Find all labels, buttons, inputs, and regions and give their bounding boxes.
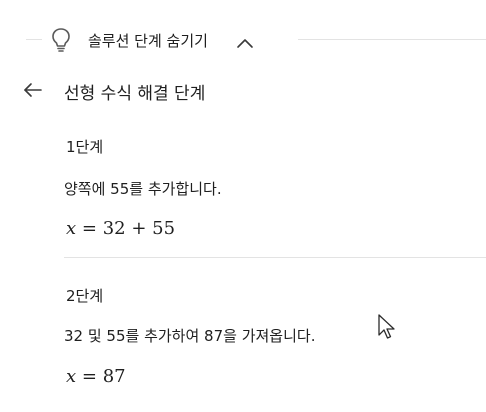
step-1-heading: 1단계 [66,138,104,156]
lightbulb-icon [50,27,72,53]
equation-variable: x [66,366,77,387]
step-2-description: 32 및 55를 추가하여 87을 가져옵니다. [64,327,316,345]
equation-rhs: = 87 [81,366,126,387]
equation-variable: x [66,218,77,239]
hide-solution-steps-label: 솔루션 단계 숨기기 [88,31,208,50]
mouse-cursor-icon [378,314,395,339]
chevron-up-icon[interactable] [236,34,254,48]
arrow-left-icon[interactable] [22,79,44,101]
divider-left [26,39,42,40]
step-2-heading: 2단계 [66,287,104,305]
solution-steps-toggle-bar: 솔루션 단계 숨기기 [0,24,486,56]
steps-header: 선형 수식 해결 단계 [0,76,486,106]
page-title: 선형 수식 해결 단계 [64,84,206,104]
step-divider [64,257,486,258]
equation-rhs: = 32 + 55 [81,218,176,239]
divider-right [298,39,486,40]
step-2-equation: x = 87 [66,366,126,387]
step-1-equation: x = 32 + 55 [66,218,175,239]
hide-solution-steps-button[interactable]: 솔루션 단계 숨기기 [50,24,254,56]
step-1-description: 양쪽에 55를 추가합니다. [64,180,222,198]
